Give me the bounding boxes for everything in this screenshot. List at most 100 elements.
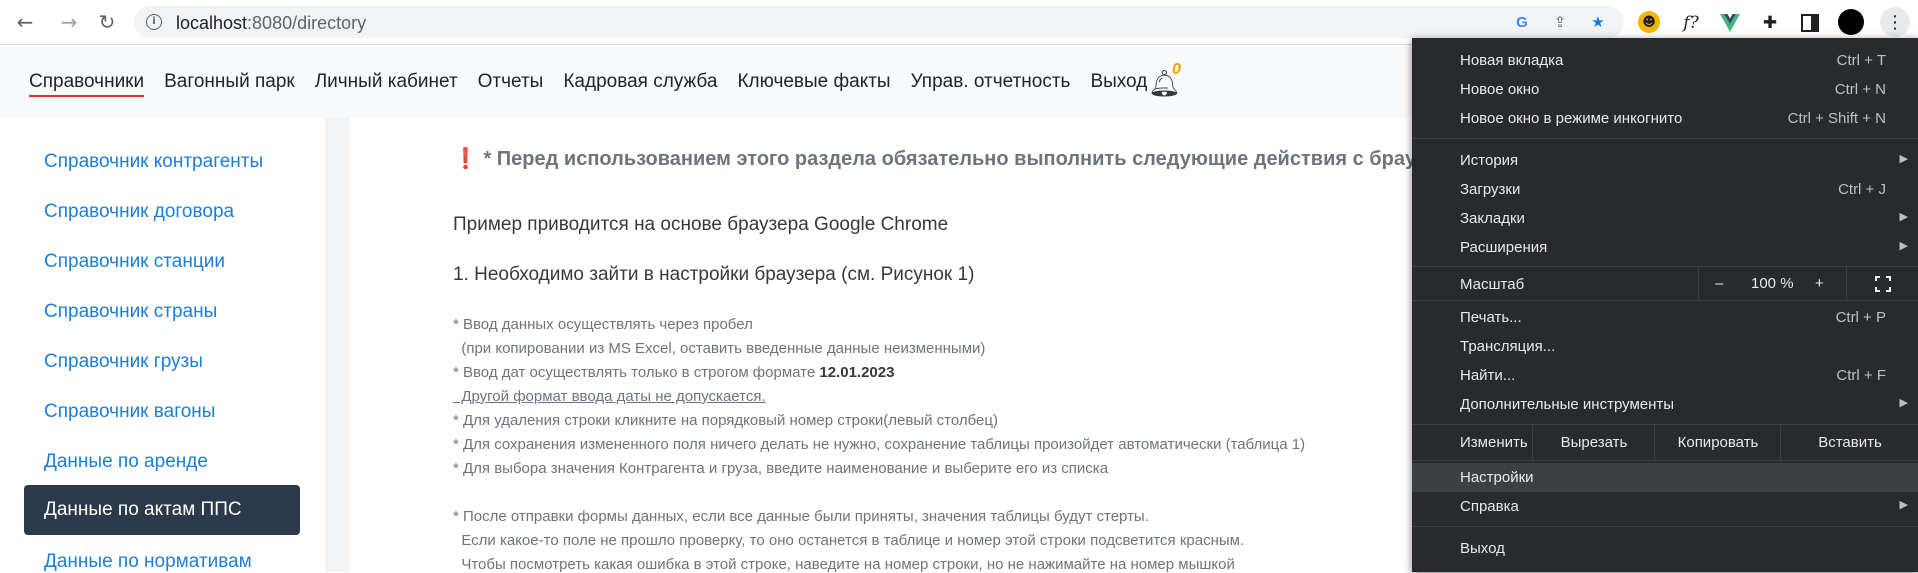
profile-avatar[interactable] bbox=[1838, 9, 1864, 35]
sidebar-item-wagons[interactable]: Справочник вагоны bbox=[44, 401, 215, 423]
zoom-out-button[interactable]: – bbox=[1715, 275, 1723, 292]
menu-find[interactable]: Найти... Ctrl + F bbox=[1412, 361, 1918, 390]
menu-label: Расширения bbox=[1460, 239, 1548, 256]
warning-text: * Перед использованием этого раздела обя… bbox=[483, 148, 1476, 170]
menu-label: Справка bbox=[1460, 498, 1519, 515]
zoom-in-button[interactable]: + bbox=[1815, 275, 1824, 292]
example-text: Пример приводится на основе браузера Goo… bbox=[453, 214, 949, 235]
sidebar-item-contractors[interactable]: Справочник контрагенты bbox=[44, 151, 263, 173]
url-text[interactable]: localhost:8080/directory bbox=[176, 13, 366, 34]
note-line: Чтобы посмотреть какая ошибка в этой стр… bbox=[453, 556, 1235, 572]
menu-extensions[interactable]: Расширения ▶ bbox=[1412, 233, 1918, 262]
sidebar-item-contracts[interactable]: Справочник договора bbox=[44, 201, 234, 223]
menu-incognito[interactable]: Новое окно в режиме инкогнито Ctrl + Shif… bbox=[1412, 104, 1918, 133]
menu-settings[interactable]: Настройки bbox=[1412, 463, 1918, 492]
note-text: * Ввод дат осуществлять только в строгом… bbox=[453, 364, 820, 381]
ext-vue-icon[interactable] bbox=[1718, 11, 1742, 35]
nav-hr[interactable]: Кадровая служба bbox=[563, 71, 717, 97]
menu-shortcut: Ctrl + N bbox=[1834, 81, 1886, 98]
warning-heading: ❗ * Перед использованием этого раздела о… bbox=[453, 146, 1476, 171]
menu-new-window[interactable]: Новое окно Ctrl + N bbox=[1412, 75, 1918, 104]
menu-exit[interactable]: Выход bbox=[1412, 534, 1918, 563]
nav-account[interactable]: Личный кабинет bbox=[315, 71, 458, 97]
note-line: Другой формат ввода даты не допускается. bbox=[453, 388, 766, 405]
sidepanel-icon[interactable] bbox=[1798, 11, 1822, 35]
address-bar[interactable]: i localhost:8080/directory G ⇪ ★ bbox=[134, 6, 1624, 38]
menu-label: Загрузки bbox=[1460, 181, 1521, 198]
info-icon[interactable]: i bbox=[146, 14, 162, 30]
menu-history[interactable]: История ▶ bbox=[1412, 146, 1918, 175]
sidebar-item-rent[interactable]: Данные по аренде bbox=[44, 451, 208, 473]
step-1-text: 1. Необходимо зайти в настройки браузера… bbox=[453, 264, 975, 285]
chevron-right-icon: ▶ bbox=[1899, 499, 1908, 511]
note-line: * После отправки формы данных, если все … bbox=[453, 508, 1149, 525]
google-icon[interactable]: G bbox=[1512, 12, 1532, 32]
menu-label: Новое окно bbox=[1460, 81, 1540, 98]
sidebar-item-stations[interactable]: Справочник станции bbox=[44, 251, 225, 273]
ext-face-icon[interactable]: ☻ bbox=[1638, 11, 1660, 33]
note-line: Если какое-то поле не прошло проверку, т… bbox=[453, 532, 1245, 549]
menu-more-tools[interactable]: Дополнительные инструменты ▶ bbox=[1412, 390, 1918, 419]
sidebar-item-countries[interactable]: Справочник страны bbox=[44, 301, 217, 323]
kebab-menu-icon[interactable]: ⋮ bbox=[1880, 7, 1910, 37]
forward-button[interactable]: → bbox=[56, 9, 82, 35]
menu-label: Трансляция... bbox=[1460, 338, 1556, 355]
share-icon[interactable]: ⇪ bbox=[1550, 12, 1570, 32]
chevron-right-icon: ▶ bbox=[1899, 397, 1908, 409]
fullscreen-button[interactable] bbox=[1846, 267, 1918, 300]
nav-wagon-park[interactable]: Вагонный парк bbox=[164, 71, 295, 97]
menu-cast[interactable]: Трансляция... bbox=[1412, 332, 1918, 361]
notification-count: 0 bbox=[1172, 61, 1181, 78]
star-icon[interactable]: ★ bbox=[1588, 12, 1608, 32]
reload-button[interactable]: ↻ bbox=[94, 9, 120, 35]
puzzle-icon[interactable]: ✚ bbox=[1758, 11, 1782, 35]
sidebar-item-norms[interactable]: Данные по нормативам bbox=[44, 551, 252, 573]
chevron-right-icon: ▶ bbox=[1899, 153, 1908, 165]
menu-label: Новое окно в режиме инкогнито bbox=[1460, 110, 1683, 127]
note-line: * Для сохранения измененного поля ничего… bbox=[453, 436, 1306, 453]
sidebar-item-cargo[interactable]: Справочник грузы bbox=[44, 351, 203, 373]
menu-label: Дополнительные инструменты bbox=[1460, 396, 1675, 413]
nav-key-facts[interactable]: Ключевые факты bbox=[737, 71, 890, 97]
menu-label: Новая вкладка bbox=[1460, 52, 1564, 69]
arrow-right-icon: → bbox=[60, 10, 78, 34]
ext-function-icon[interactable]: f? bbox=[1679, 11, 1703, 35]
menu-bookmarks[interactable]: Закладки ▶ bbox=[1412, 204, 1918, 233]
menu-shortcut: Ctrl + T bbox=[1836, 52, 1886, 69]
cut-button[interactable]: Вырезать bbox=[1532, 425, 1655, 460]
chrome-menu: Новая вкладка Ctrl + T Новое окно Ctrl + N… bbox=[1412, 38, 1918, 572]
note-line: * Ввод дат осуществлять только в строгом… bbox=[453, 364, 894, 381]
note-line: (при копировании из MS Excel, оставить в… bbox=[453, 340, 986, 357]
copy-button[interactable]: Копировать bbox=[1654, 425, 1781, 460]
fullscreen-icon bbox=[1875, 276, 1891, 292]
menu-new-tab[interactable]: Новая вкладка Ctrl + T bbox=[1412, 46, 1918, 75]
menu-label: Выход bbox=[1460, 540, 1505, 557]
arrow-left-icon: ← bbox=[16, 10, 34, 34]
menu-label: Печать... bbox=[1460, 309, 1522, 326]
zoom-controls: – 100 % + bbox=[1698, 267, 1847, 300]
exclamation-icon: ❗ bbox=[453, 148, 478, 170]
menu-divider bbox=[1412, 460, 1918, 461]
site-nav: Справочники Вагонный парк Личный кабинет… bbox=[29, 71, 1167, 97]
url-host: localhost bbox=[176, 13, 248, 33]
nav-reports[interactable]: Отчеты bbox=[478, 71, 544, 97]
menu-help[interactable]: Справка ▶ bbox=[1412, 492, 1918, 521]
menu-zoom: Масштаб – 100 % + bbox=[1412, 267, 1918, 300]
nav-management-reports[interactable]: Управ. отчетность bbox=[911, 71, 1071, 97]
menu-divider bbox=[1412, 138, 1918, 139]
back-button[interactable]: ← bbox=[12, 9, 38, 35]
note-line: * Ввод данных осуществлять через пробел bbox=[453, 316, 753, 333]
zoom-value: 100 % bbox=[1751, 275, 1794, 292]
menu-label: История bbox=[1460, 152, 1519, 169]
sidebar-item-label: Данные по актам ППС bbox=[44, 499, 242, 520]
menu-downloads[interactable]: Загрузки Ctrl + J bbox=[1412, 175, 1918, 204]
url-path: :8080/directory bbox=[247, 13, 367, 33]
paste-button[interactable]: Вставить bbox=[1780, 425, 1918, 460]
note-line: * Для удаления строки кликните на порядк… bbox=[453, 412, 998, 429]
menu-shortcut: Ctrl + J bbox=[1838, 181, 1886, 198]
nav-directories[interactable]: Справочники bbox=[29, 71, 145, 97]
nav-logout[interactable]: Выход bbox=[1090, 71, 1147, 97]
menu-print[interactable]: Печать... Ctrl + P bbox=[1412, 303, 1918, 332]
menu-divider bbox=[1412, 300, 1918, 301]
date-format: 12.01.2023 bbox=[819, 364, 895, 381]
